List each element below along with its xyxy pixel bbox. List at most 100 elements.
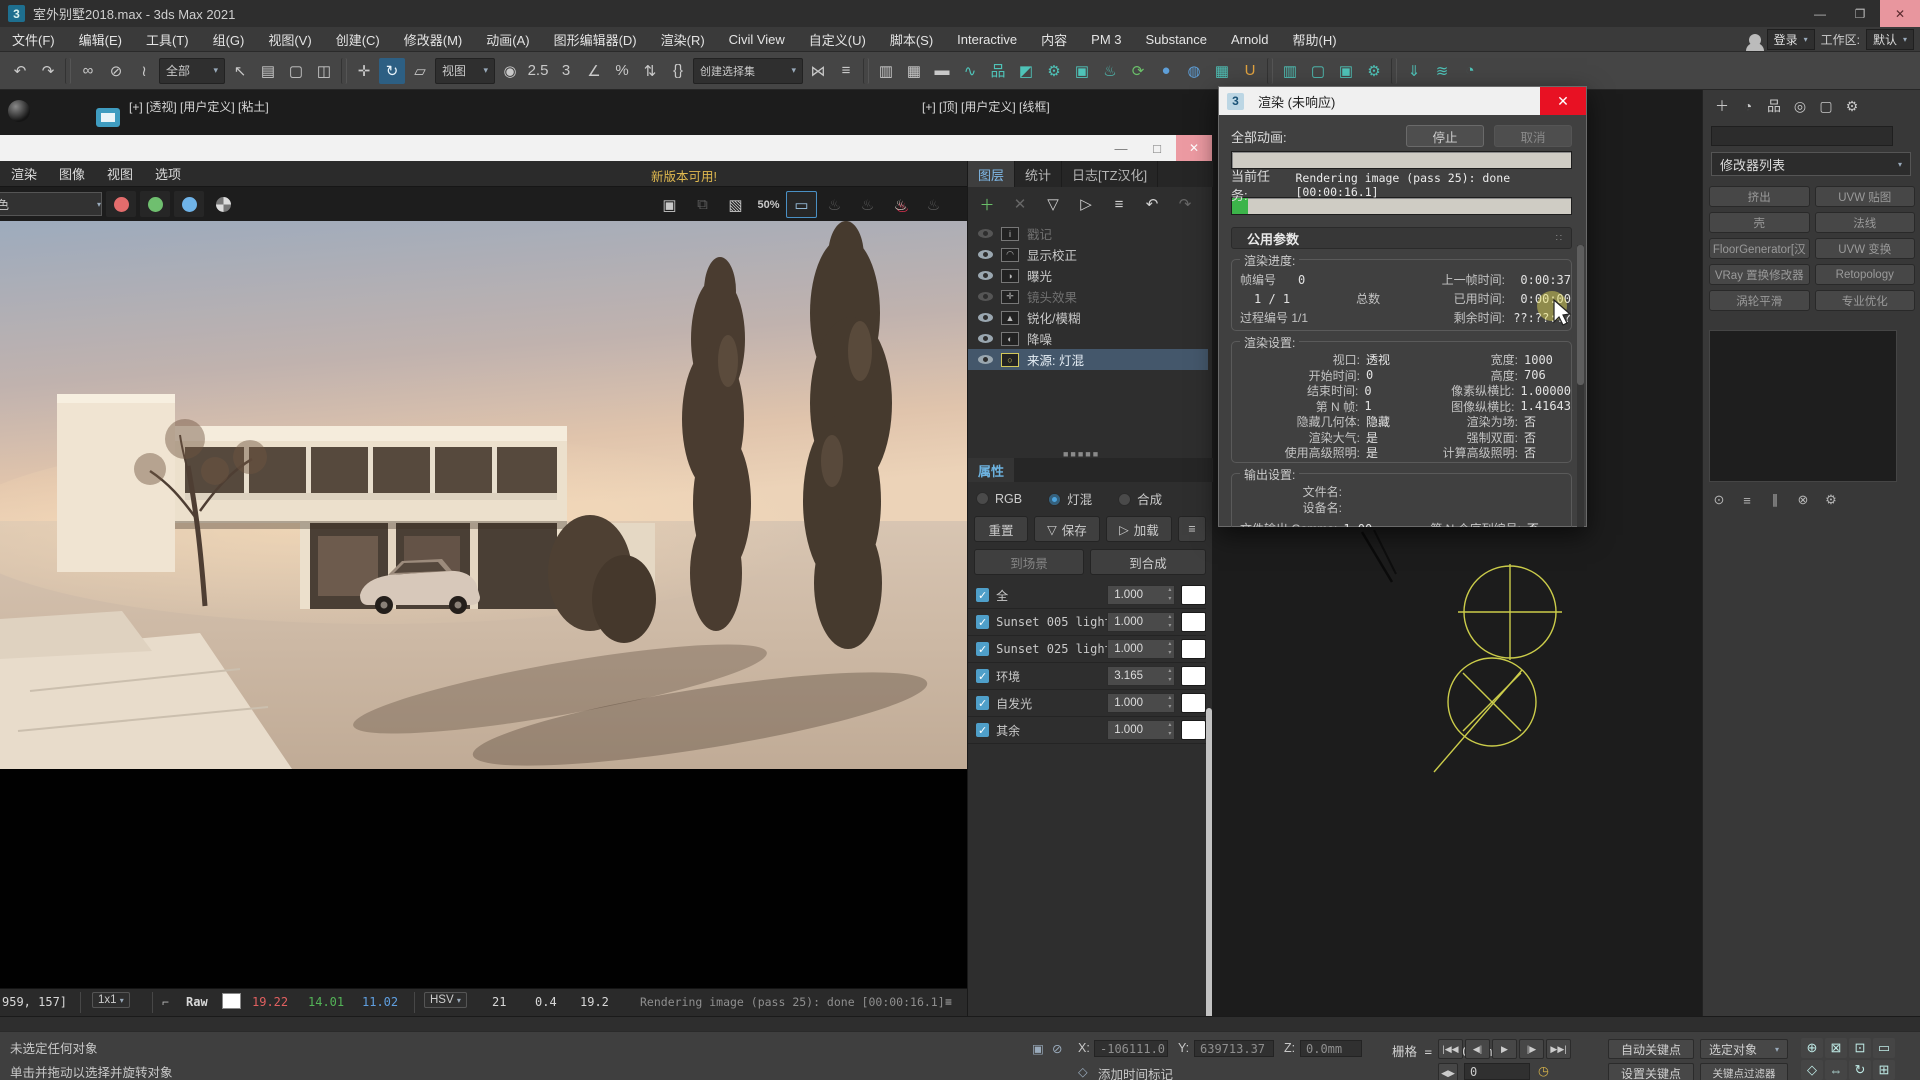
undo-layer-icon[interactable]: ↶ (1137, 191, 1167, 217)
separator[interactable] (863, 58, 869, 84)
isolate-selection-icon[interactable]: ▣ (1032, 1041, 1044, 1056)
ribbon-icon[interactable]: ▬ (929, 58, 955, 84)
pin-stack-icon[interactable]: ⊙ (1709, 490, 1729, 510)
layer-row[interactable]: ○ 来源: 灯混 (968, 349, 1208, 370)
package-icon[interactable]: ▣ (1333, 58, 1359, 84)
login-dropdown[interactable]: 登录▾ (1767, 29, 1815, 50)
to-composite-button[interactable]: 到合成 (1090, 549, 1206, 575)
element-color-swatch[interactable] (1181, 585, 1206, 605)
element-row[interactable]: ✓ Sunset 025 lightsc 1.000 (968, 636, 1206, 663)
visibility-eye-icon[interactable] (978, 313, 993, 322)
spinner-snap-icon[interactable]: ⇅ (637, 58, 663, 84)
unlink-selection-icon[interactable]: ⊘ (103, 58, 129, 84)
element-color-swatch[interactable] (1181, 612, 1206, 632)
show-end-result-icon[interactable]: ≡ (1737, 490, 1757, 510)
key-step-icon[interactable]: ◀▶ (1438, 1063, 1458, 1080)
archive-icon[interactable]: ⇓ (1401, 58, 1427, 84)
separator[interactable] (1391, 58, 1397, 84)
element-multiplier-spinner[interactable]: 1.000 (1107, 693, 1175, 713)
set-key-button[interactable]: 设置关键点 (1608, 1063, 1694, 1080)
material-editor-icon[interactable]: ◩ (1013, 58, 1039, 84)
gamma-curve-icon[interactable]: ⌐ (162, 995, 169, 1009)
key-mode-clock-icon[interactable]: ◷ (1538, 1063, 1549, 1078)
layer-row[interactable]: ◠ 显示校正 (968, 244, 1208, 265)
element-checkbox[interactable]: ✓ (976, 615, 989, 629)
motion-tab-icon[interactable]: ◎ (1787, 94, 1813, 118)
separator[interactable] (341, 58, 347, 84)
common-params-rollout[interactable]: 公用参数 ∷ (1231, 227, 1572, 249)
viewport-label-top[interactable]: [+] [顶] [用户定义] [线框] (922, 98, 1050, 115)
coord-system-dropdown[interactable]: 视图 (435, 58, 495, 84)
render-teapot-outline-icon[interactable]: ♨ (918, 191, 949, 218)
render-setup-icon[interactable]: ⚙ (1041, 58, 1067, 84)
element-checkbox[interactable]: ✓ (976, 588, 989, 602)
layer-row[interactable]: ▲ 锐化/模糊 (968, 307, 1208, 328)
rfw-menu-item[interactable]: 视图 (96, 164, 144, 183)
zoom-extents-icon[interactable]: ⊡ (1849, 1038, 1871, 1058)
orbit-icon[interactable]: ↻ (1849, 1060, 1871, 1080)
maximize-button[interactable]: ❐ (1840, 0, 1880, 27)
menu-item[interactable]: 工具(T) (134, 27, 201, 52)
layer-list-icon[interactable]: ≡ (1104, 191, 1134, 217)
load-layers-icon[interactable]: ▷ (1071, 191, 1101, 217)
menu-item[interactable]: PM 3 (1079, 27, 1133, 52)
layer-explorer-icon[interactable]: ▦ (901, 58, 927, 84)
edit-named-sets-icon[interactable]: {} (665, 58, 691, 84)
element-color-swatch[interactable] (1181, 720, 1206, 740)
statusbar-menu-icon[interactable]: ≡ (945, 995, 952, 1009)
select-display-region-icon[interactable]: ▧ (720, 191, 751, 218)
modify-tab-icon[interactable]: ◔ (1735, 94, 1761, 118)
remove-modifier-icon[interactable]: ⊗ (1793, 490, 1813, 510)
modifier-button[interactable]: UVW 变换 (1815, 238, 1916, 259)
element-checkbox[interactable]: ✓ (976, 696, 989, 710)
scene-explorer-icon[interactable]: ▥ (873, 58, 899, 84)
gear2-icon[interactable]: ⚙ (1361, 58, 1387, 84)
visibility-eye-icon[interactable] (978, 355, 993, 364)
dialog-scrollbar[interactable] (1577, 245, 1584, 527)
select-move-icon[interactable]: ✛ (351, 58, 377, 84)
chart-icon[interactable]: ▥ (1277, 58, 1303, 84)
play-icon[interactable]: ▶ (1492, 1039, 1517, 1059)
close-button[interactable]: ✕ (1880, 0, 1920, 27)
modifier-stack[interactable] (1709, 330, 1897, 482)
script-run-icon[interactable]: ≋ (1429, 58, 1455, 84)
named-selection-dropdown[interactable]: 创建选择集 (693, 58, 803, 84)
green-channel-button[interactable] (140, 191, 170, 217)
z-coordinate-field[interactable]: 0.0mm (1300, 1040, 1362, 1057)
window-crossing-icon[interactable]: ◫ (311, 58, 337, 84)
menu-item[interactable]: Substance (1134, 27, 1219, 52)
menu-item[interactable]: 修改器(M) (392, 27, 475, 52)
list-button[interactable]: ≡ (1178, 516, 1206, 542)
auto-key-button[interactable]: 自动关键点 (1608, 1039, 1694, 1059)
current-frame-field[interactable]: 0 (1464, 1063, 1530, 1080)
rfw-titlebar[interactable]: — □ ✕ (0, 135, 1212, 161)
modifier-button[interactable]: FloorGenerator[汉 (1709, 238, 1810, 259)
cloud-icon[interactable]: ● (1153, 58, 1179, 84)
display-monitor-icon[interactable]: ▢ (1305, 58, 1331, 84)
object-name-field[interactable] (1711, 126, 1893, 146)
menu-item[interactable]: 创建(C) (324, 27, 392, 52)
element-multiplier-spinner[interactable]: 1.000 (1107, 612, 1175, 632)
separator[interactable] (65, 58, 71, 84)
pixel-zoom-dropdown[interactable]: 1x1 ▾ (92, 992, 130, 1008)
dialog-titlebar[interactable]: 3 渲染 (未响应) ✕ (1219, 87, 1586, 115)
element-checkbox[interactable]: ✓ (976, 669, 989, 683)
modifier-button[interactable]: 专业优化 (1815, 290, 1916, 311)
rfw-menu-item[interactable]: 渲染 (0, 164, 48, 183)
alpha-channel-button[interactable] (208, 191, 238, 217)
rfw-close-button[interactable]: ✕ (1176, 135, 1212, 161)
redo-icon[interactable]: ↷ (35, 58, 61, 84)
menu-item[interactable]: 文件(F) (0, 27, 67, 52)
cancel-button[interactable]: 取消 (1494, 125, 1572, 147)
menu-item[interactable]: 组(G) (201, 27, 257, 52)
modifier-button[interactable]: 涡轮平滑 (1709, 290, 1810, 311)
element-multiplier-spinner[interactable]: 1.000 (1107, 720, 1175, 740)
element-color-swatch[interactable] (1181, 666, 1206, 686)
selection-filter-dropdown[interactable]: 全部 (159, 58, 225, 84)
element-checkbox[interactable]: ✓ (976, 723, 989, 737)
pan-icon[interactable]: ⇔ (1825, 1060, 1847, 1080)
fov-icon[interactable]: ◇ (1801, 1060, 1823, 1080)
visibility-eye-icon[interactable] (978, 271, 993, 280)
element-multiplier-spinner[interactable]: 1.000 (1107, 639, 1175, 659)
curve-editor-icon[interactable]: ∿ (957, 58, 983, 84)
